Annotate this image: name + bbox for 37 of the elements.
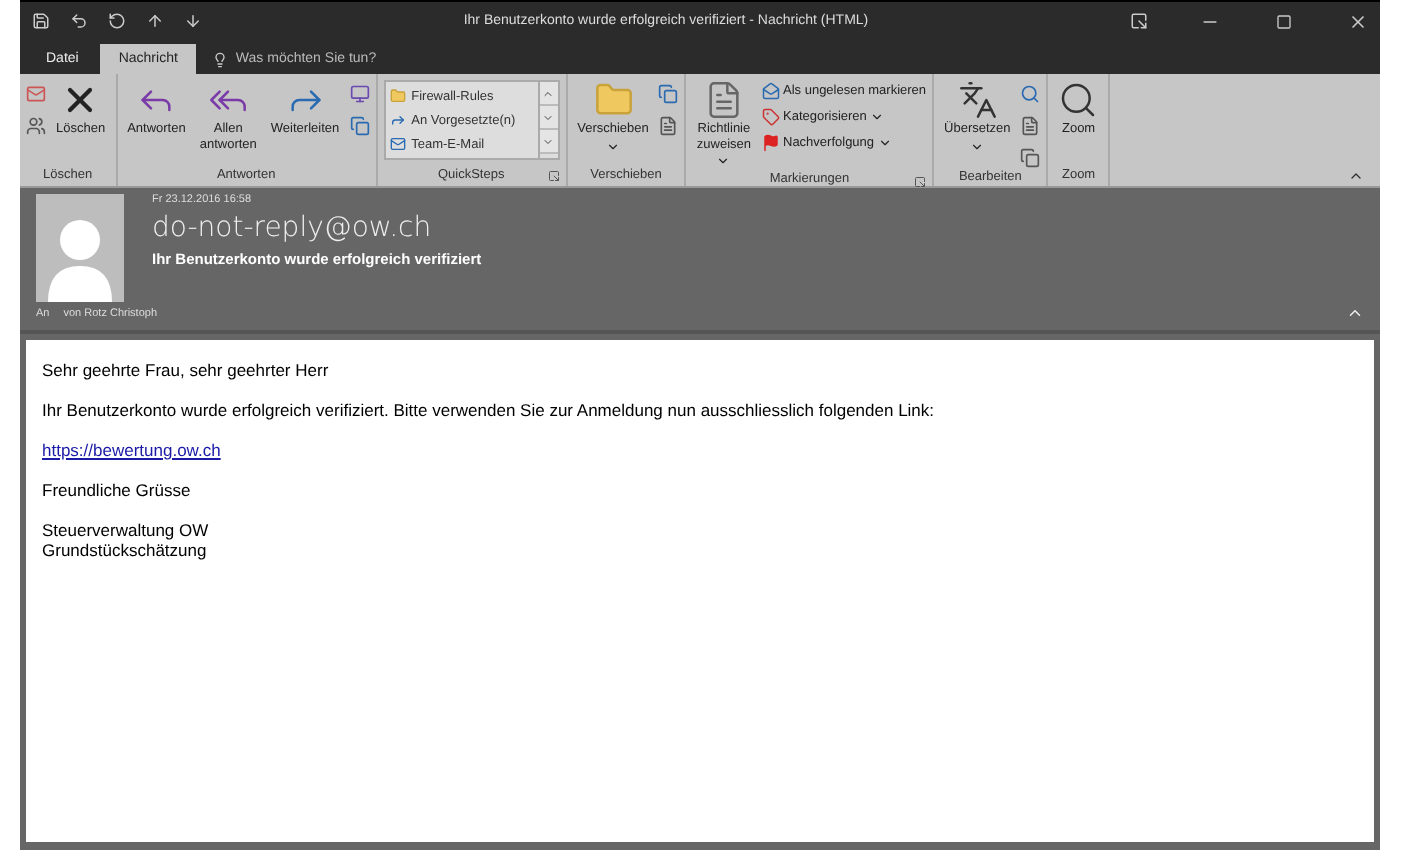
folder-icon (593, 80, 633, 120)
folder-icon (389, 88, 406, 104)
people-icon[interactable] (26, 116, 46, 136)
previous-icon[interactable] (146, 12, 164, 30)
paragraph: Freundliche Grüsse (42, 480, 193, 500)
next-icon[interactable] (184, 12, 202, 30)
document-icon (703, 80, 744, 120)
caret-icon (970, 139, 985, 153)
paragraph: Steuerverwaltung OW Grundstückschätzung (42, 520, 211, 560)
avatar (36, 194, 124, 302)
redo-icon[interactable] (108, 12, 126, 30)
chevron-up-icon (542, 87, 555, 99)
tag-icon (761, 107, 779, 125)
paragraph: Ihr Benutzerkonto wurde erfolgreich verifiziert. Bitte verwenden Sie zur Anmeldung nun ausschliesslich folgenden Link: (42, 400, 937, 420)
caret-icon (606, 139, 620, 153)
sender-address[interactable]: do-not-reply@ow.ch (152, 212, 482, 244)
mail-icon[interactable] (26, 84, 46, 104)
mail-icon (389, 136, 406, 152)
open-mail-icon (761, 81, 779, 99)
translate-icon (957, 80, 998, 120)
dialog-launcher-icon[interactable] (914, 176, 927, 188)
forward-icon (389, 112, 406, 128)
dialog-launcher-icon[interactable] (547, 170, 560, 182)
maximize-icon[interactable] (1276, 13, 1292, 29)
caret-icon (716, 154, 731, 168)
search-icon (1058, 80, 1099, 120)
close-icon[interactable] (1348, 11, 1368, 31)
lightbulb-icon (211, 51, 228, 67)
undo-icon[interactable] (70, 12, 88, 30)
collapse-header-button[interactable] (1346, 304, 1364, 322)
link[interactable]: https://bewertung.ow.ch (42, 440, 221, 460)
paragraph: Sehr geehrte Frau, sehr geehrter Herr (42, 360, 331, 380)
find-icon[interactable] (1020, 84, 1041, 104)
save-icon[interactable] (32, 12, 50, 30)
scroll-up-button[interactable] (539, 82, 558, 106)
flag-icon (761, 133, 779, 151)
ribbon-options-icon[interactable] (1130, 12, 1148, 30)
